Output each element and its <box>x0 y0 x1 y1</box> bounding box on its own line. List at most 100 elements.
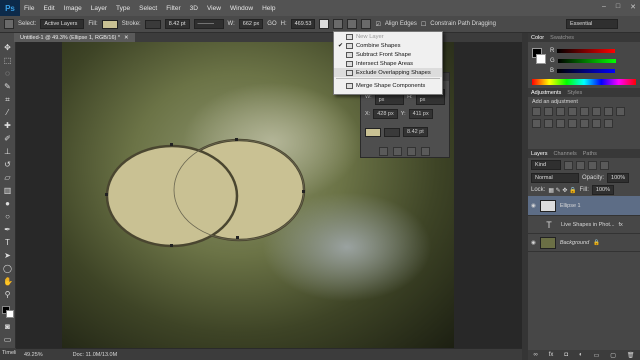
fill-swatch[interactable] <box>101 19 118 29</box>
clone-stamp-icon[interactable]: ⊥ <box>3 147 12 156</box>
eyedropper-tool-icon[interactable]: ⁄ <box>3 108 12 117</box>
path-arrangement-icon[interactable] <box>347 19 358 29</box>
dd-subtract-front[interactable]: Subtract Front Shape <box>334 50 442 59</box>
menu-help[interactable]: Help <box>262 5 275 12</box>
select-dropdown[interactable]: Active Layers <box>40 19 85 29</box>
healing-brush-icon[interactable]: ✚ <box>3 121 12 130</box>
combine-icon[interactable] <box>379 147 388 156</box>
filter-shape-icon[interactable] <box>600 160 609 170</box>
screen-mode-icon[interactable]: ▭ <box>3 335 12 344</box>
subtract-icon[interactable] <box>393 147 402 156</box>
prop-y-field[interactable]: 411 px <box>408 109 433 119</box>
menu-file[interactable]: File <box>24 5 34 12</box>
stroke-type-dropdown[interactable]: ——— <box>193 19 224 29</box>
anchor-point[interactable] <box>105 193 108 196</box>
menu-type[interactable]: Type <box>116 5 130 12</box>
dd-combine-shapes[interactable]: ✔ Combine Shapes <box>334 41 442 50</box>
color-ramp[interactable] <box>532 79 636 85</box>
gradient-tool-icon[interactable]: ▥ <box>3 186 12 195</box>
anchor-point[interactable] <box>170 143 173 146</box>
dd-intersect[interactable]: Intersect Shape Areas <box>334 59 442 68</box>
tab-color[interactable]: Color <box>531 35 544 41</box>
mask-icon[interactable]: ◘ <box>564 352 568 358</box>
path-operations-icon[interactable] <box>319 19 330 29</box>
path-select-tool-icon[interactable] <box>4 19 14 29</box>
lasso-tool-icon[interactable]: ◌ <box>3 69 12 78</box>
eraser-tool-icon[interactable]: ▱ <box>3 173 12 182</box>
blur-tool-icon[interactable]: ● <box>3 199 12 208</box>
document-tab[interactable]: Untitled-1 @ 49.3% (Ellipse 1, RGB/16) *… <box>14 33 135 42</box>
filter-type-icon[interactable] <box>588 160 597 170</box>
hand-tool-icon[interactable]: ✋ <box>3 277 13 286</box>
stroke-swatch[interactable] <box>144 19 161 29</box>
ellipse-front[interactable] <box>105 144 239 248</box>
selective-color-icon[interactable] <box>604 119 613 128</box>
vibrance-icon[interactable] <box>580 107 589 116</box>
maximize-icon[interactable]: □ <box>616 3 620 11</box>
threshold-icon[interactable] <box>580 119 589 128</box>
gradient-map-icon[interactable] <box>592 119 601 128</box>
ellipse-tool-icon[interactable]: ◯ <box>3 264 12 273</box>
close-tab-icon[interactable]: ✕ <box>124 35 129 41</box>
channel-mixer-icon[interactable] <box>544 119 553 128</box>
tab-adjustments[interactable]: Adjustments <box>531 90 561 96</box>
menu-edit[interactable]: Edit <box>43 5 54 12</box>
zoom-tool-icon[interactable]: ⚲ <box>3 290 12 299</box>
fx-icon[interactable]: fx <box>549 352 554 358</box>
layer-row-ellipse[interactable]: ◉ Ellipse 1 <box>528 196 640 216</box>
layer-name[interactable]: Ellipse 1 <box>560 203 581 209</box>
dodge-tool-icon[interactable]: ○ <box>3 212 12 221</box>
minimize-icon[interactable]: – <box>602 3 606 11</box>
tab-paths[interactable]: Paths <box>583 151 597 157</box>
dd-new-layer[interactable]: New Layer <box>334 32 442 41</box>
prop-x-field[interactable]: 428 px <box>373 109 398 119</box>
exclude-icon[interactable] <box>421 147 430 156</box>
link-icon[interactable]: GO <box>267 21 276 27</box>
quick-mask-icon[interactable]: ◙ <box>3 322 12 331</box>
tab-swatches[interactable]: Swatches <box>550 35 574 41</box>
brightness-icon[interactable] <box>532 107 541 116</box>
prop-stroke-width[interactable]: 8.42 pt <box>403 127 428 137</box>
levels-icon[interactable] <box>544 107 553 116</box>
background-color[interactable] <box>536 54 546 64</box>
color-swatches[interactable] <box>1 306 14 318</box>
layer-row-background[interactable]: ◉ Background 🔒 <box>528 234 640 252</box>
settings-gear-icon[interactable] <box>361 19 372 29</box>
opacity-field[interactable]: 100% <box>607 173 630 183</box>
prop-fill-swatch[interactable] <box>365 127 381 137</box>
height-field[interactable]: 469.53 <box>290 19 316 29</box>
fill-field[interactable]: 100% <box>591 185 614 195</box>
b-slider[interactable] <box>557 69 616 73</box>
posterize-icon[interactable] <box>568 119 577 128</box>
blend-mode-dropdown[interactable]: Normal <box>531 173 579 183</box>
anchor-point[interactable] <box>170 244 173 247</box>
intersect-icon[interactable] <box>407 147 416 156</box>
group-icon[interactable]: ▭ <box>594 352 600 359</box>
menu-view[interactable]: View <box>207 5 221 12</box>
new-layer-icon[interactable]: ▢ <box>610 352 616 359</box>
menu-select[interactable]: Select <box>139 5 157 12</box>
width-field[interactable]: 662 px <box>238 19 264 29</box>
stroke-width-field[interactable]: 8.42 pt <box>164 19 190 29</box>
tab-styles[interactable]: Styles <box>567 90 582 96</box>
anchor-point[interactable] <box>302 190 305 193</box>
path-alignment-icon[interactable] <box>333 19 344 29</box>
brush-tool-icon[interactable]: ✐ <box>3 134 12 143</box>
history-brush-icon[interactable]: ↺ <box>3 160 12 169</box>
visibility-eye-icon[interactable]: ◉ <box>531 240 536 246</box>
g-slider[interactable] <box>557 59 616 63</box>
menu-image[interactable]: Image <box>64 5 82 12</box>
layer-row-text[interactable]: T Live Shapes in Phot... fx <box>528 216 640 234</box>
zoom-level[interactable]: 49.25% <box>24 352 43 358</box>
menu-window[interactable]: Window <box>230 5 253 12</box>
align-edges-checkbox[interactable]: ☑ <box>375 21 380 28</box>
prop-stroke-swatch[interactable] <box>384 127 400 137</box>
constrain-checkbox[interactable]: ☐ <box>421 21 426 28</box>
visibility-eye-icon[interactable]: ◉ <box>531 203 536 209</box>
menu-filter[interactable]: Filter <box>166 5 180 12</box>
filter-pixel-icon[interactable] <box>564 160 573 170</box>
workspace-dropdown[interactable]: Essential <box>565 19 618 29</box>
color-balance-icon[interactable] <box>604 107 613 116</box>
pen-tool-icon[interactable]: ✒ <box>3 225 12 234</box>
marquee-tool-icon[interactable]: ⬚ <box>3 56 12 65</box>
